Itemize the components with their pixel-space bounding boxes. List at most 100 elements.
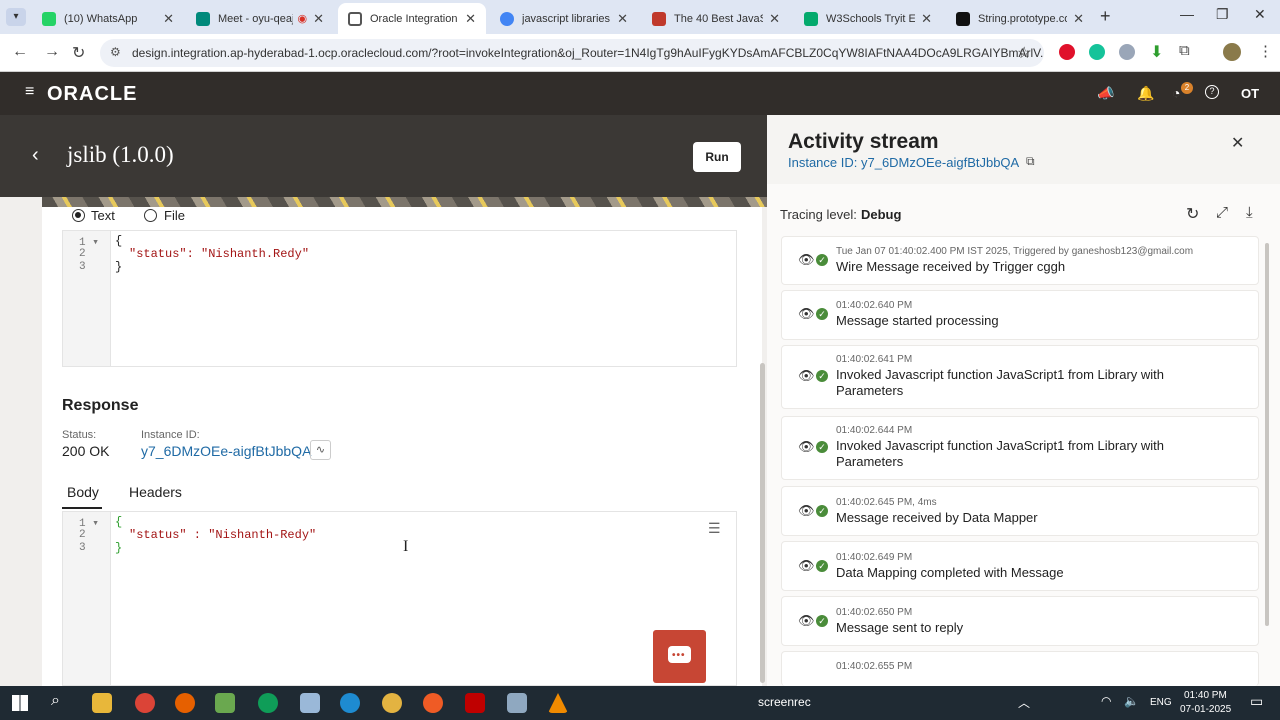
browser-tab-whatsapp[interactable]: (10) WhatsApp ✕: [32, 3, 184, 34]
scrollbar[interactable]: [760, 363, 765, 683]
close-icon[interactable]: ✕: [313, 11, 324, 27]
close-icon[interactable]: ✕: [163, 11, 174, 27]
user-initials[interactable]: OT: [1241, 86, 1259, 101]
view-payload-eye-icon[interactable]: 👁: [798, 503, 815, 519]
announcement-icon[interactable]: 📣: [1097, 85, 1114, 102]
text-radio[interactable]: [72, 209, 85, 222]
activity-event[interactable]: 👁 ✓ 01:40:02.640 PM Message started proc…: [781, 290, 1259, 340]
clock-time[interactable]: 01:40 PM: [1184, 690, 1227, 701]
event-message: Data Mapping completed with Message: [836, 565, 1064, 580]
activity-event[interactable]: 👁 ✓ 01:40:02.645 PM, 4ms Message receive…: [781, 486, 1259, 536]
url-input[interactable]: ⚙ design.integration.ap-hyderabad-1.ocp.…: [100, 39, 1044, 67]
download-extension-icon[interactable]: ⬇: [1150, 42, 1163, 62]
browser-tab-w3schools[interactable]: W3Schools Tryit Edit ✕: [794, 3, 942, 34]
file-radio[interactable]: [144, 209, 157, 222]
browser-menu-icon[interactable]: ⋮: [1258, 42, 1273, 60]
refresh-icon[interactable]: ↻: [1186, 204, 1199, 224]
tab-body[interactable]: Body: [67, 484, 99, 500]
browser-tab-mdn[interactable]: String.prototype.con ✕: [946, 3, 1094, 34]
chat-button[interactable]: •••: [653, 630, 706, 683]
activity-event[interactable]: 01:40:02.655 PM: [781, 651, 1259, 686]
app-icon[interactable]: [507, 693, 527, 713]
activity-event[interactable]: 👁 ✓ 01:40:02.641 PM Invoked Javascript f…: [781, 345, 1259, 409]
language-indicator[interactable]: ENG: [1150, 697, 1172, 708]
opera-extension-icon[interactable]: [1059, 44, 1075, 60]
view-payload-eye-icon[interactable]: 👁: [798, 306, 815, 322]
browser-tab-best-js[interactable]: The 40 Best JavaScr ✕: [642, 3, 790, 34]
forward-icon[interactable]: →: [44, 43, 60, 61]
file-explorer-icon[interactable]: [92, 693, 112, 713]
activity-event[interactable]: 👁 ✓ 01:40:02.649 PM Data Mapping complet…: [781, 541, 1259, 591]
browser-tab-google[interactable]: javascript libraries - ✕: [490, 3, 638, 34]
close-icon[interactable]: ✕: [1073, 11, 1084, 27]
network-icon[interactable]: ◠: [1101, 694, 1111, 708]
close-icon[interactable]: ✕: [465, 11, 476, 27]
grammarly-extension-icon[interactable]: [1089, 44, 1105, 60]
activity-event[interactable]: 👁 ✓ Tue Jan 07 01:40:02.400 PM IST 2025,…: [781, 236, 1259, 285]
activity-event[interactable]: 👁 ✓ 01:40:02.650 PM Message sent to repl…: [781, 596, 1259, 646]
browser-tab-meet[interactable]: Meet - oyu-qeaj ◉ ✕: [186, 3, 334, 34]
bookmark-star-icon[interactable]: ☆: [1017, 43, 1031, 63]
view-payload-eye-icon[interactable]: 👁: [798, 252, 815, 268]
text-radio-label: Text: [91, 208, 115, 223]
reload-icon[interactable]: ↻: [72, 43, 85, 63]
notifications-icon[interactable]: ▭: [1250, 693, 1263, 710]
volume-icon[interactable]: 🔈: [1124, 694, 1139, 708]
new-tab-button[interactable]: +: [1100, 6, 1111, 27]
notification-bell-icon[interactable]: 🔔: [1137, 85, 1154, 102]
clock-date[interactable]: 07-01-2025: [1180, 704, 1231, 715]
maximize-icon[interactable]: ❐: [1216, 6, 1229, 23]
view-payload-eye-icon[interactable]: 👁: [798, 558, 815, 574]
profile-avatar[interactable]: [1223, 43, 1241, 61]
edge-icon[interactable]: [340, 693, 360, 713]
extensions-puzzle-icon[interactable]: ⧉: [1179, 42, 1190, 59]
activity-instance-id[interactable]: Instance ID: y7_6DMzOEe-aigfBtJbbQA: [788, 155, 1019, 170]
tray-chevron-icon[interactable]: ︿: [1018, 694, 1030, 711]
request-editor[interactable]: 1 ▾ 2 3 { "status": "Nishanth.Redy" }: [62, 230, 737, 367]
hamburger-menu-icon[interactable]: ≡: [25, 83, 34, 101]
close-icon[interactable]: ✕: [921, 11, 932, 27]
code-line: }: [115, 541, 123, 555]
browser-tab-oracle[interactable]: Oracle Integration | 0 ✕: [338, 3, 486, 34]
back-chevron-icon[interactable]: ‹: [32, 144, 39, 167]
chrome-profile-icon[interactable]: [258, 693, 278, 713]
activity-stream-button[interactable]: ∿: [310, 440, 331, 460]
site-info-icon[interactable]: ⚙: [110, 45, 121, 59]
close-panel-icon[interactable]: ✕: [1231, 133, 1244, 153]
search-icon[interactable]: ⌕: [51, 692, 60, 710]
vlc-icon[interactable]: [548, 693, 568, 713]
instance-id-link[interactable]: y7_6DMzOEe-aigfBtJbbQA: [141, 443, 311, 459]
extension-icon[interactable]: [1119, 44, 1135, 60]
tab-list-button[interactable]: ▾: [6, 8, 26, 26]
back-icon[interactable]: ←: [12, 43, 28, 61]
format-lines-icon[interactable]: ☰: [708, 520, 721, 537]
response-body-editor[interactable]: 1 ▾ 2 3 { "status" : "Nishanth-Redy" } ☰…: [62, 511, 737, 686]
view-payload-eye-icon[interactable]: 👁: [798, 439, 815, 455]
close-icon[interactable]: ✕: [617, 11, 628, 27]
firefox-icon[interactable]: [175, 693, 195, 713]
code-line: "status" : "Nishanth-Redy": [129, 528, 317, 542]
copy-icon[interactable]: ⧉: [1026, 154, 1035, 169]
minimize-icon[interactable]: —: [1180, 6, 1194, 22]
view-payload-eye-icon[interactable]: 👁: [798, 613, 815, 629]
download-icon[interactable]: ⤓: [1246, 204, 1253, 221]
run-button[interactable]: Run: [693, 142, 741, 172]
app-icon[interactable]: [300, 693, 320, 713]
screenrec-label[interactable]: screenrec: [758, 695, 811, 709]
expand-icon[interactable]: ⤢: [1216, 204, 1228, 221]
activity-event[interactable]: 👁 ✓ 01:40:02.644 PM Invoked Javascript f…: [781, 416, 1259, 480]
filezilla-icon[interactable]: [465, 693, 485, 713]
windows-start-icon[interactable]: [12, 695, 28, 711]
view-payload-eye-icon[interactable]: 👁: [798, 368, 815, 384]
notepad-icon[interactable]: [215, 693, 235, 713]
close-icon[interactable]: ✕: [769, 11, 780, 27]
tab-headers[interactable]: Headers: [129, 484, 182, 500]
scrollbar[interactable]: [1265, 243, 1269, 626]
chrome-icon[interactable]: [135, 693, 155, 713]
help-icon[interactable]: ?: [1205, 85, 1219, 99]
postman-icon[interactable]: [423, 693, 443, 713]
app-icon[interactable]: [382, 693, 402, 713]
activity-icon[interactable]: ◔: [1172, 85, 1180, 101]
event-timestamp: 01:40:02.645 PM, 4ms: [836, 497, 937, 508]
close-window-icon[interactable]: ✕: [1254, 6, 1266, 23]
